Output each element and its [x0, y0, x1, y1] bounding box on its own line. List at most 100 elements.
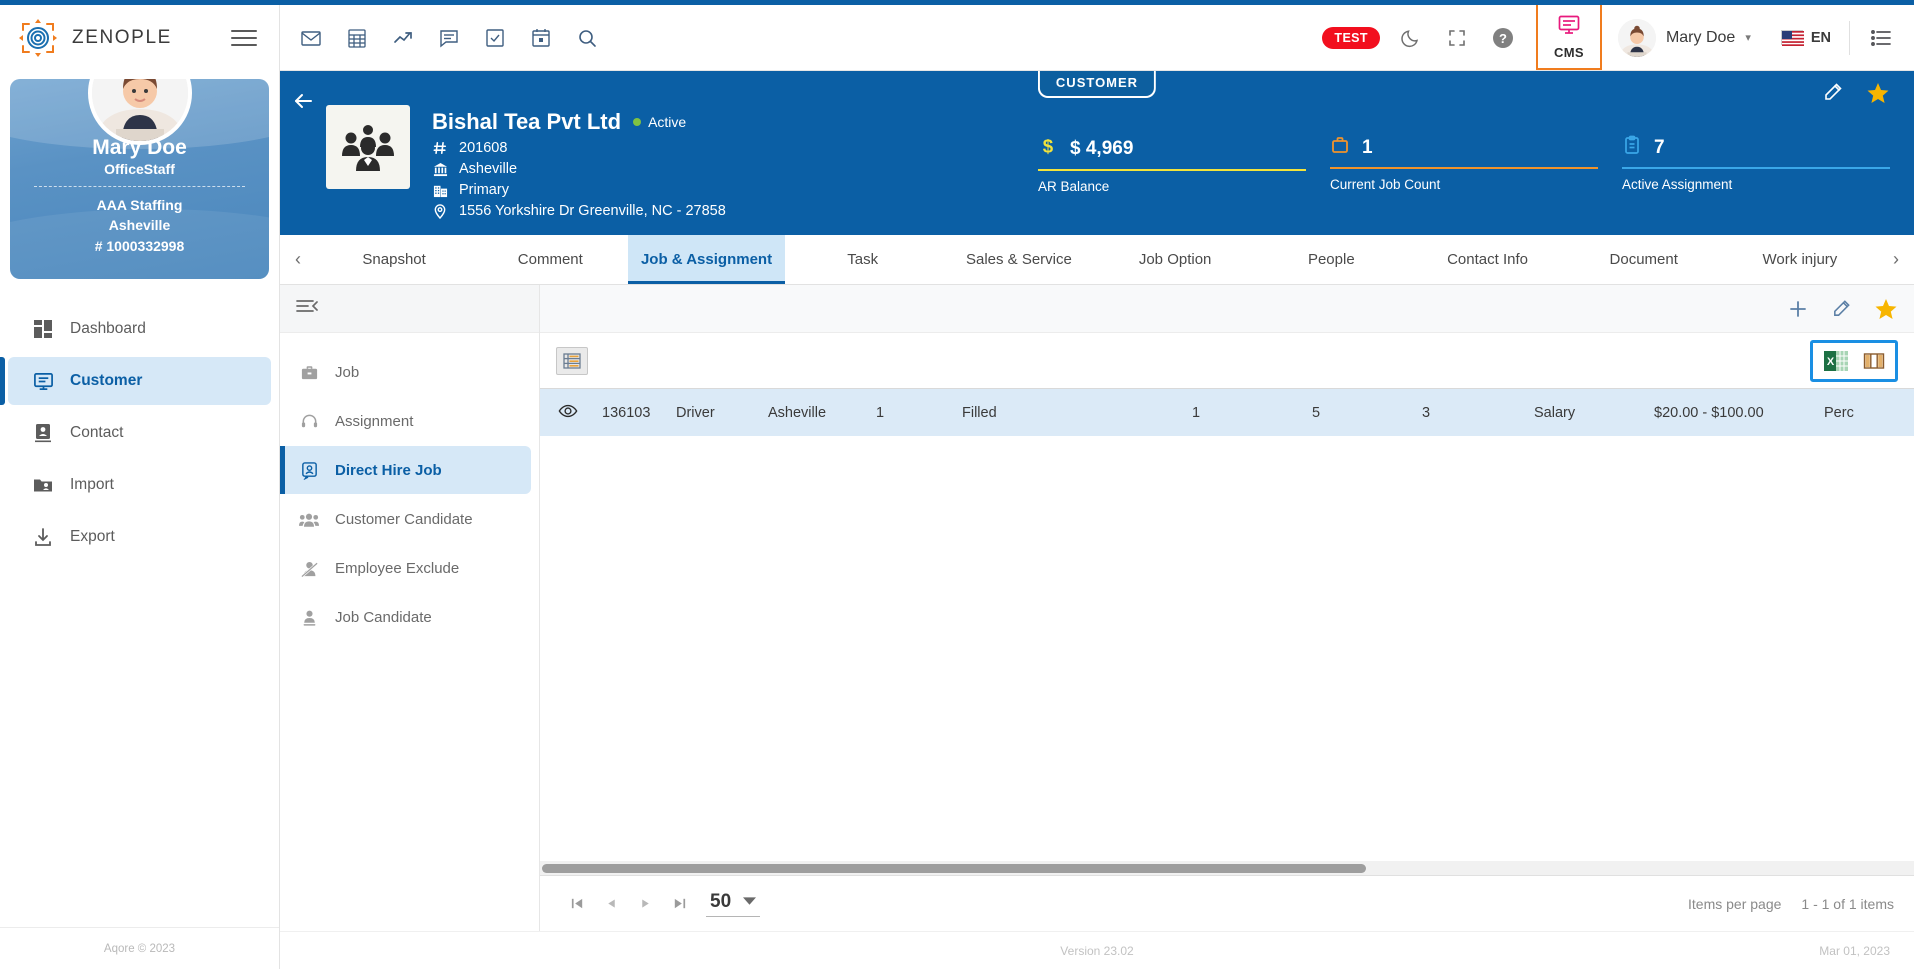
customer-branch-row: Asheville	[432, 161, 726, 177]
page-size-value: 50	[710, 890, 732, 912]
cell-count-2: 5	[1306, 389, 1416, 436]
user-menu-button[interactable]: Mary Doe ▾	[1617, 18, 1751, 57]
statusbar-date: Mar 01, 2023	[1819, 943, 1890, 958]
profile-card: Mary Doe OfficeStaff AAA Staffing Ashevi…	[10, 79, 269, 279]
table-row[interactable]: 136103 Driver Asheville 1 Filled 1 5 3 S…	[540, 389, 1914, 436]
status-dot-icon	[633, 118, 642, 126]
chevron-down-icon	[743, 893, 757, 911]
row-view-button[interactable]	[540, 389, 596, 436]
subnav-item-customer-candidate[interactable]: Customer Candidate	[280, 495, 531, 543]
tabs-scroll-right-button[interactable]: ›	[1878, 235, 1914, 284]
favorite-button[interactable]	[1874, 297, 1898, 321]
app-topbar: TEST ? CMS Mary Doe ▾ EN	[280, 5, 1914, 71]
stat-value: $ 4,969	[1070, 137, 1134, 159]
sidebar-toggle-button[interactable]	[231, 25, 257, 51]
subnav-item-label: Job Candidate	[335, 608, 432, 626]
tab-contact-info[interactable]: Contact Info	[1409, 235, 1565, 284]
sidebar-item-customer[interactable]: Customer	[0, 357, 271, 405]
page-size-selector[interactable]: 50	[706, 890, 761, 917]
favorite-customer-button[interactable]	[1866, 81, 1890, 110]
customer-id: 201608	[459, 140, 508, 156]
subnav-item-label: Job	[335, 363, 360, 381]
cms-button[interactable]: CMS	[1535, 5, 1602, 70]
subnav-item-job-candidate[interactable]: Job Candidate	[280, 593, 531, 641]
dashboard-grid-icon	[32, 318, 54, 340]
section-subnav: Job Assignment Direct Hire Job Customer …	[280, 285, 540, 931]
page-last-icon[interactable]	[662, 896, 696, 911]
language-selector[interactable]: EN	[1763, 30, 1831, 46]
edit-button[interactable]	[1831, 298, 1852, 319]
sidebar-item-import[interactable]: Import	[8, 461, 271, 509]
customer-logo	[326, 105, 410, 189]
message-icon[interactable]	[436, 25, 462, 51]
page-first-icon[interactable]	[560, 896, 594, 911]
add-button[interactable]	[1787, 298, 1809, 320]
customer-department: Primary	[459, 182, 509, 198]
subnav-item-direct-hire-job[interactable]: Direct Hire Job	[280, 446, 531, 494]
trending-up-icon[interactable]	[390, 25, 416, 51]
tab-work-injury[interactable]: Work injury	[1722, 235, 1878, 284]
page-prev-icon[interactable]	[594, 897, 628, 910]
subnav-item-employee-exclude[interactable]: Employee Exclude	[280, 544, 531, 592]
calculator-icon[interactable]	[344, 25, 370, 51]
sidebar-item-label: Contact	[70, 424, 124, 441]
person-block-icon	[298, 559, 320, 578]
svg-text:?: ?	[1499, 31, 1507, 46]
tab-comment[interactable]: Comment	[472, 235, 628, 284]
tab-label: Work injury	[1762, 251, 1838, 268]
mail-icon[interactable]	[298, 25, 324, 51]
stat-current-job-count: 1 Current Job Count	[1330, 135, 1598, 194]
sidebar-item-dashboard[interactable]: Dashboard	[8, 305, 271, 353]
items-per-page-label: Items per page	[1688, 895, 1782, 912]
tab-document[interactable]: Document	[1566, 235, 1722, 284]
excel-export-icon[interactable]: X	[1823, 348, 1849, 374]
tab-job-and-assignment[interactable]: Job & Assignment	[628, 235, 785, 284]
tab-label: Snapshot	[362, 251, 426, 268]
page-next-icon[interactable]	[628, 897, 662, 910]
scrollbar-thumb[interactable]	[542, 864, 1367, 873]
tab-people[interactable]: People	[1253, 235, 1409, 284]
hash-icon	[432, 141, 448, 155]
svg-text:X: X	[1827, 356, 1835, 368]
profile-role: OfficeStaff	[104, 161, 175, 178]
list-view-icon[interactable]	[556, 346, 588, 375]
entity-tabbar: ‹ Snapshot Comment Job & Assignment Task…	[280, 235, 1914, 285]
tab-label: Document	[1609, 251, 1678, 268]
tabs-scroll-left-button[interactable]: ‹	[280, 235, 316, 284]
tab-sales-and-service[interactable]: Sales & Service	[941, 235, 1097, 284]
subnav-item-assignment[interactable]: Assignment	[280, 397, 531, 445]
profile-number: # 1000332998	[94, 237, 185, 254]
headset-icon	[298, 412, 320, 431]
column-chooser-icon[interactable]	[1863, 351, 1885, 371]
sidebar-item-contact[interactable]: Contact	[8, 409, 271, 457]
fullscreen-icon[interactable]	[1444, 25, 1470, 51]
sidebar-item-export[interactable]: Export	[8, 513, 271, 561]
tab-job-option[interactable]: Job Option	[1097, 235, 1253, 284]
sidebar-nav: Dashboard Customer Contact Import Export	[0, 303, 279, 563]
cms-label: CMS	[1554, 45, 1584, 60]
tab-label: Job Option	[1138, 251, 1212, 268]
list-menu-icon[interactable]	[1868, 25, 1894, 51]
topbar-divider	[1849, 20, 1850, 55]
help-circle-icon[interactable]: ?	[1490, 25, 1516, 51]
search-icon[interactable]	[574, 25, 600, 51]
checkbox-task-icon[interactable]	[482, 25, 508, 51]
calendar-icon[interactable]	[528, 25, 554, 51]
horizontal-scrollbar[interactable]	[540, 861, 1914, 875]
tab-task[interactable]: Task	[785, 235, 941, 284]
subnav-collapse-button[interactable]	[280, 285, 539, 333]
content-action-bar	[540, 285, 1914, 333]
briefcase-icon	[298, 363, 320, 382]
stat-value: 1	[1362, 136, 1373, 158]
edit-customer-button[interactable]	[1822, 81, 1844, 108]
subnav-item-job[interactable]: Job	[280, 348, 531, 396]
customer-id-row: 201608	[432, 140, 726, 156]
collapse-panel-icon	[296, 298, 318, 319]
cell-status: Filled	[956, 389, 1186, 436]
back-button[interactable]	[280, 83, 326, 113]
tab-snapshot[interactable]: Snapshot	[316, 235, 472, 284]
tab-label: Task	[847, 251, 879, 268]
sidebar-item-label: Import	[70, 476, 114, 493]
contact-badge-icon	[32, 422, 54, 444]
moon-icon[interactable]	[1398, 25, 1424, 51]
